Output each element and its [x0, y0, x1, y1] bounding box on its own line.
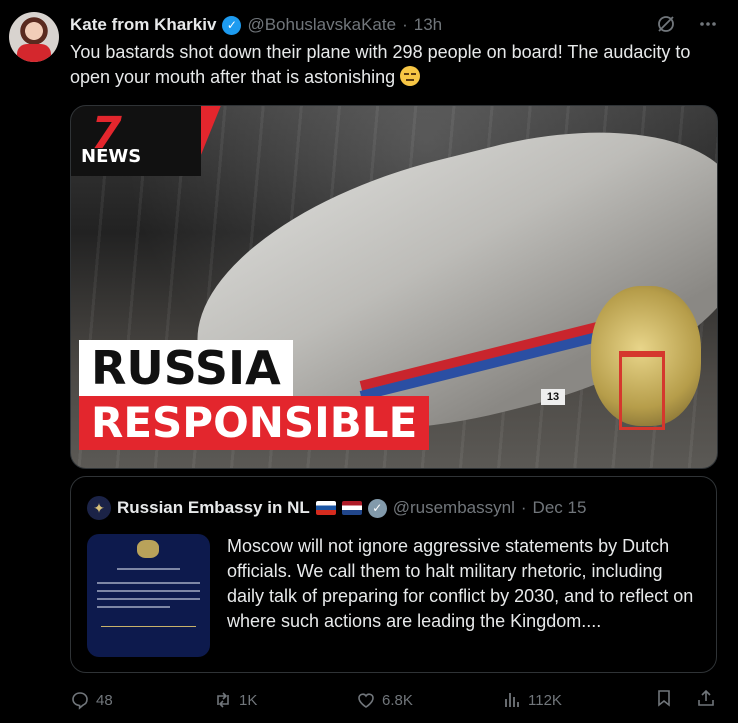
repost-icon: [217, 692, 229, 708]
thumbnail-text-line: [117, 568, 180, 570]
tweet[interactable]: Kate from Kharkiv ✓ @BohuslavskaKate · 1…: [0, 0, 738, 723]
hangar-sign: 13: [541, 389, 565, 405]
author-name[interactable]: Kate from Kharkiv: [70, 15, 216, 35]
end-actions: [654, 688, 716, 712]
russia-flag-icon: [315, 501, 336, 515]
views-icon: [505, 693, 519, 707]
reply-button[interactable]: 48: [70, 690, 213, 710]
views-button[interactable]: 112K: [502, 690, 652, 710]
tweet-header: Kate from Kharkiv ✓ @BohuslavskaKate · 1…: [70, 13, 718, 37]
header-actions: [656, 14, 718, 37]
heart-icon: [358, 693, 374, 708]
more-options-icon-svg: [700, 21, 716, 26]
like-count: 6.8K: [382, 691, 413, 709]
repost-button[interactable]: 1K: [213, 690, 356, 710]
post-text: You bastards shot down their plane with …: [70, 40, 710, 90]
news-logo: 7 NEWS: [71, 106, 201, 176]
action-bar: 48 1K 6.8K 112K: [70, 688, 716, 712]
embassy-crest-icon[interactable]: ✦: [87, 496, 111, 520]
author-avatar[interactable]: [9, 12, 59, 62]
quoted-header: ✦ Russian Embassy in NL ✓ @rusembassynl …: [87, 495, 700, 521]
quoted-image-thumbnail[interactable]: [87, 534, 210, 657]
quoted-author-handle[interactable]: @rusembassynl: [393, 498, 515, 518]
grok-icon[interactable]: [656, 14, 676, 37]
quoted-author-name[interactable]: Russian Embassy in NL: [117, 498, 310, 518]
views-count: 112K: [528, 691, 562, 709]
reply-icon: [72, 692, 88, 710]
like-button[interactable]: 6.8K: [356, 690, 502, 710]
separator-dot: ·: [402, 15, 408, 34]
author-handle[interactable]: @BohuslavskaKate: [247, 15, 396, 35]
red-scaffold: [619, 351, 665, 430]
post-text-content: You bastards shot down their plane with …: [70, 42, 691, 87]
quoted-separator-dot: ·: [520, 498, 527, 517]
quoted-text: Moscow will not ignore aggressive statem…: [227, 536, 694, 631]
avatar-shirt: [17, 44, 51, 62]
thumbnail-text-line: [97, 590, 200, 592]
post-time[interactable]: 13h: [414, 15, 442, 35]
headline-line-1: RUSSIA: [79, 340, 293, 396]
quoted-tweet[interactable]: ✦ Russian Embassy in NL ✓ @rusembassynl …: [70, 476, 717, 673]
bookmark-icon: [658, 690, 670, 707]
repost-count: 1K: [239, 691, 258, 709]
share-icon: [698, 689, 714, 706]
unamused-face-icon: [400, 66, 421, 86]
thumbnail-text-line: [97, 598, 200, 600]
verified-badge-icon: ✓: [222, 15, 242, 35]
netherlands-flag-icon: [341, 501, 362, 515]
thumbnail-text-line: [97, 606, 170, 608]
reply-count: 48: [96, 691, 113, 709]
share-button[interactable]: [696, 688, 716, 712]
headline-line-2: RESPONSIBLE: [79, 396, 430, 450]
news-logo-text: NEWS: [81, 146, 142, 167]
post-image[interactable]: 13 7 NEWS RUSSIA RESPONSIBLE: [70, 105, 718, 469]
thumbnail-crest: [137, 540, 159, 558]
verified-gov-badge-icon: ✓: [367, 498, 387, 518]
thumbnail-text-line: [97, 582, 200, 584]
thumbnail-rule: [101, 626, 196, 627]
more-options-icon[interactable]: [698, 14, 718, 37]
quoted-date[interactable]: Dec 15: [533, 498, 587, 518]
grok-icon-svg: [658, 15, 674, 32]
bookmark-button[interactable]: [654, 688, 674, 712]
